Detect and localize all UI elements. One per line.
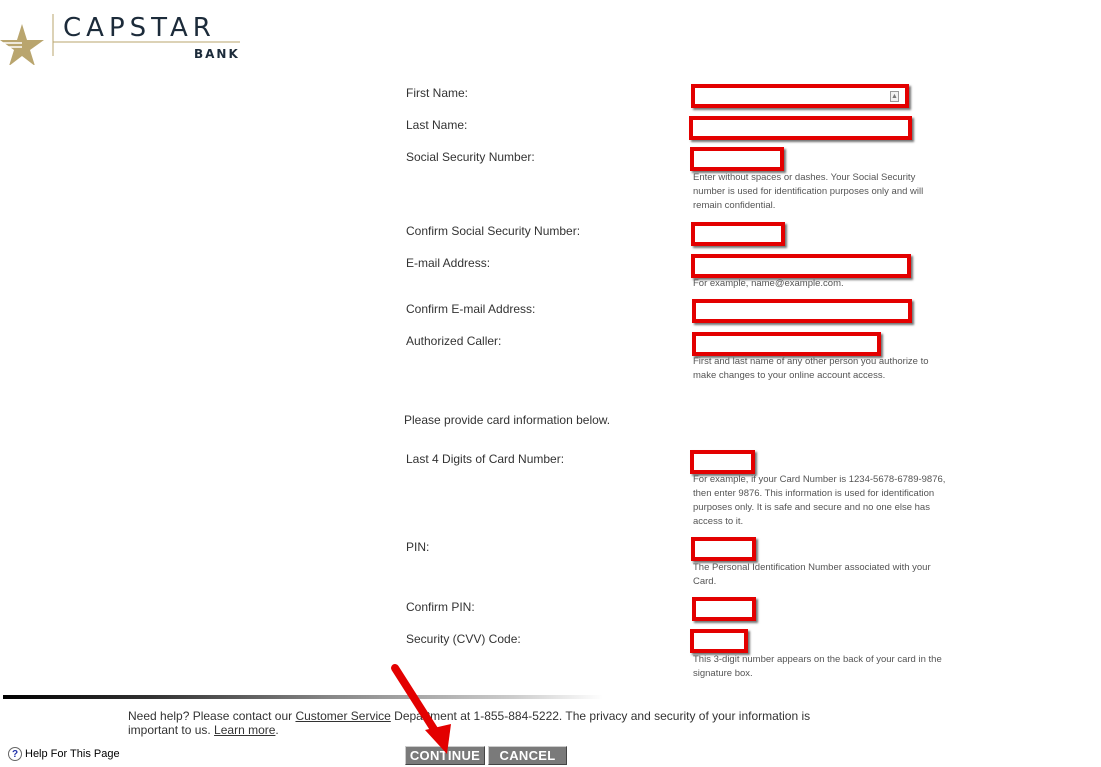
ssn-field[interactable]: [690, 147, 784, 171]
continue-button[interactable]: CONTINUE: [405, 746, 485, 765]
brand-sub: BANK: [194, 47, 240, 61]
first-name-input[interactable]: [695, 88, 905, 105]
help-text-part-3: .: [275, 723, 279, 737]
first-name-label: First Name:: [406, 86, 469, 100]
cvv-hint: This 3-digit number appears on the back …: [693, 654, 942, 679]
confirm-pin-label: Confirm PIN:: [406, 600, 475, 614]
help-for-this-page-label: Help For This Page: [25, 748, 120, 760]
help-question-icon: ?: [8, 747, 22, 761]
card-last4-input[interactable]: [694, 454, 751, 471]
confirm-email-field[interactable]: [692, 299, 912, 323]
card-last4-hint: For example, if your Card Number is 1234…: [693, 474, 946, 527]
confirm-ssn-label: Confirm Social Security Number:: [406, 224, 581, 238]
capstar-bank-logo: CAPSTAR BANK: [0, 10, 260, 65]
confirm-email-label: Confirm E-mail Address:: [406, 302, 536, 316]
confirm-ssn-input[interactable]: [695, 226, 781, 243]
email-field[interactable]: [691, 254, 911, 278]
email-hint: For example, name@example.com.: [693, 278, 844, 289]
customer-service-link[interactable]: Customer Service: [295, 709, 390, 723]
confirm-ssn-field[interactable]: [691, 222, 785, 246]
star-icon: [0, 24, 44, 65]
pin-input[interactable]: [695, 541, 752, 558]
ssn-hint: Enter without spaces or dashes. Your Soc…: [693, 172, 924, 211]
last-name-input[interactable]: [693, 120, 908, 137]
footer-divider: [3, 695, 603, 699]
card-last4-field[interactable]: [690, 450, 755, 474]
ssn-input[interactable]: [694, 151, 780, 168]
authorized-caller-field[interactable]: [692, 332, 881, 356]
pin-label: PIN:: [406, 540, 430, 554]
authorized-caller-hint: First and last name of any other person …: [693, 356, 929, 381]
first-name-field[interactable]: ▲: [691, 84, 909, 108]
last-name-field[interactable]: [689, 116, 912, 140]
learn-more-link[interactable]: Learn more: [214, 723, 275, 737]
brand-name: CAPSTAR: [63, 13, 216, 43]
pin-field[interactable]: [691, 537, 756, 561]
cvv-input[interactable]: [694, 633, 744, 650]
cvv-field[interactable]: [690, 629, 748, 653]
ssn-label: Social Security Number:: [406, 150, 535, 164]
cancel-button[interactable]: CANCEL: [488, 746, 567, 765]
card-last4-label: Last 4 Digits of Card Number:: [406, 452, 565, 466]
last-name-label: Last Name:: [406, 118, 468, 132]
email-label: E-mail Address:: [406, 256, 491, 270]
pin-hint: The Personal Identification Number assoc…: [693, 562, 931, 587]
help-contact-text: Need help? Please contact our Customer S…: [128, 709, 828, 737]
cvv-label: Security (CVV) Code:: [406, 632, 521, 646]
help-for-this-page-link[interactable]: ? Help For This Page: [8, 747, 120, 761]
confirm-pin-input[interactable]: [696, 601, 752, 618]
authorized-caller-label: Authorized Caller:: [406, 334, 502, 348]
authorized-caller-input[interactable]: [696, 336, 877, 353]
autofill-contact-icon[interactable]: ▲: [890, 91, 899, 102]
confirm-pin-field[interactable]: [692, 597, 756, 621]
confirm-email-input[interactable]: [696, 303, 908, 320]
help-text-part-1: Need help? Please contact our: [128, 709, 296, 723]
card-section-note: Please provide card information below.: [404, 413, 611, 427]
email-input[interactable]: [695, 258, 907, 275]
